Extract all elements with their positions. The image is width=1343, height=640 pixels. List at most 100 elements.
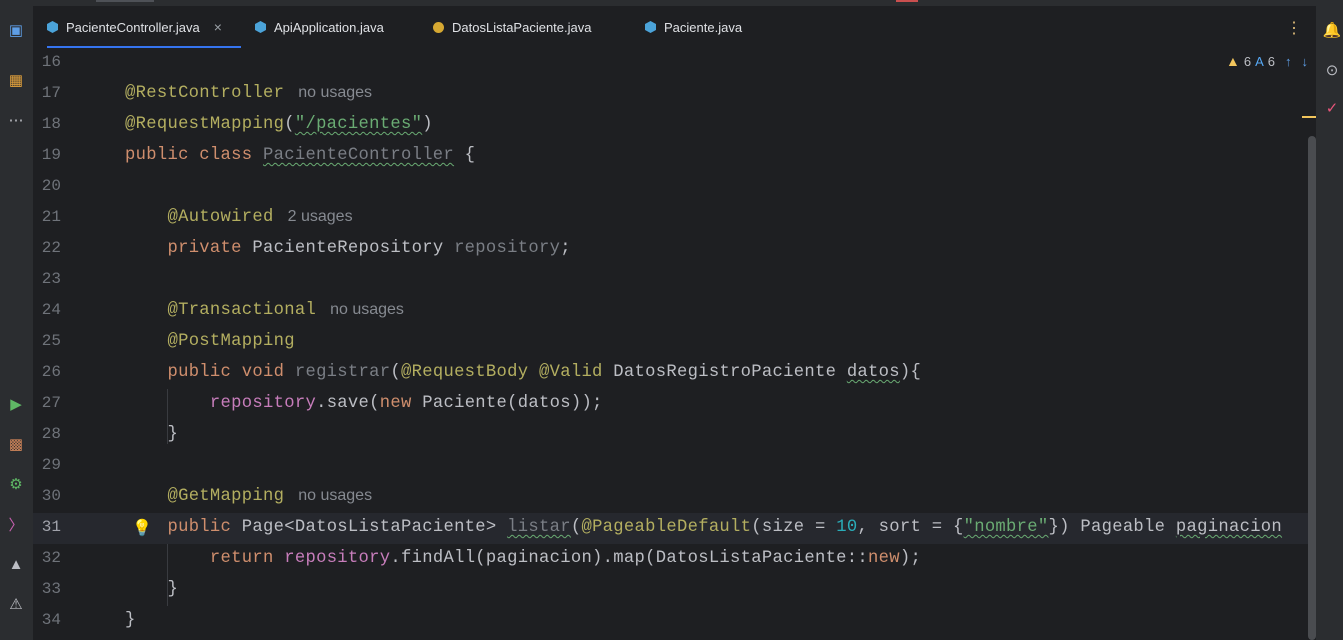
method-name: listar <box>507 518 571 537</box>
type-name: DatosRegistroPaciente <box>613 363 847 382</box>
tab-label: ApiApplication.java <box>274 19 384 35</box>
tab-datoslistapaciente[interactable]: DatosListaPaciente.java <box>433 6 591 48</box>
run-icon[interactable]: ▶ <box>4 392 28 416</box>
code-line-current: 31 💡 public Page<DatosListaPaciente> lis… <box>33 513 1316 544</box>
annotation: @RequestBody <box>401 363 539 382</box>
code-line: 20 <box>33 172 1316 203</box>
line-number: 30 <box>41 487 61 505</box>
line-number: 16 <box>41 53 61 71</box>
code-line: 21 @Autowired 2 usages <box>33 203 1316 234</box>
class-name: PacienteController <box>262 146 455 165</box>
keyword: return <box>209 549 285 568</box>
keyword: public class <box>125 146 263 165</box>
title-bar-mark <box>96 0 154 2</box>
terminal-icon[interactable]: 〉 <box>4 512 28 536</box>
keyword: new <box>868 549 900 568</box>
line-number: 18 <box>41 115 61 133</box>
annotation: @RestController <box>125 84 285 103</box>
line-number: 26 <box>41 363 61 381</box>
tab-paciente[interactable]: Paciente.java <box>645 6 742 48</box>
record-icon <box>433 21 444 33</box>
code-text: { <box>454 146 476 165</box>
build-icon[interactable]: ▲ <box>4 552 28 576</box>
tab-apiapplication[interactable]: ApiApplication.java <box>255 6 384 48</box>
code-text: ( <box>570 518 582 537</box>
settings-gear-icon[interactable]: ⚙ <box>4 472 28 496</box>
project-icon[interactable]: ▣ <box>4 18 28 42</box>
code-text: , sort = { <box>857 518 964 537</box>
class-icon <box>645 21 656 33</box>
tab-pacientecontroller[interactable]: PacienteController.java × <box>47 6 241 49</box>
annotation: @RequestMapping <box>125 115 285 134</box>
line-number: 28 <box>41 425 61 443</box>
line-number: 17 <box>41 84 61 102</box>
code-text: } <box>167 425 179 444</box>
code-text: (size = <box>751 518 837 537</box>
code-text: }) Pageable <box>1048 518 1176 537</box>
code-line: 34 } <box>33 606 1316 637</box>
keyword: public <box>167 518 242 537</box>
tab-label: DatosListaPaciente.java <box>452 19 592 35</box>
close-tab-icon[interactable]: × <box>214 19 222 35</box>
field-ref: repository <box>284 549 391 568</box>
warning-stripe-mark[interactable] <box>1302 116 1316 118</box>
field-ref: repository <box>209 394 317 413</box>
usage-hint[interactable]: no usages <box>330 301 404 318</box>
code-line: 33 } <box>33 575 1316 606</box>
line-number: 31 <box>41 518 61 536</box>
app-class-icon <box>255 21 266 33</box>
line-number: 22 <box>41 239 61 257</box>
ai-assistant-icon[interactable]: ⊙ <box>1320 58 1343 82</box>
right-tool-strip: 🔔 ⊙ ✓ <box>1316 6 1343 640</box>
annotation: @PostMapping <box>167 332 295 351</box>
code-text: .save( <box>316 394 380 413</box>
keyword: public void <box>167 363 295 382</box>
annotation: @GetMapping <box>167 487 285 506</box>
line-number: 34 <box>41 611 61 629</box>
code-text: } <box>167 580 179 599</box>
code-line: 30 @GetMapping no usages <box>33 482 1316 513</box>
annotation: @PageableDefault <box>581 518 752 537</box>
code-line: 24 @Transactional no usages <box>33 296 1316 327</box>
type-name: PacienteRepository <box>252 239 455 258</box>
tab-options-icon[interactable]: ⋮ <box>1286 18 1302 38</box>
tab-label: Paciente.java <box>664 19 743 35</box>
string-literal: "/pacientes" <box>294 115 423 134</box>
annotation: @Valid <box>538 363 614 382</box>
keyword: new <box>379 394 423 413</box>
code-line: 27 repository.save(new Paciente(datos)); <box>33 389 1316 420</box>
annotation: @Autowired <box>167 208 274 227</box>
vertical-scrollbar[interactable] <box>1308 136 1316 640</box>
left-tool-strip: ▣ ▦ ⋯ ▶ ▩ ⚙ 〉 ▲ ⚠ <box>0 6 34 640</box>
code-line: 29 <box>33 451 1316 482</box>
code-text: ) <box>422 115 433 134</box>
more-tools-icon[interactable]: ⋯ <box>4 108 28 132</box>
services-icon[interactable]: ▩ <box>4 432 28 456</box>
code-text: .findAll(paginacion).map(DatosListaPacie… <box>390 549 869 568</box>
plugin-check-icon[interactable]: ✓ <box>1320 96 1343 120</box>
method-name: registrar <box>294 363 391 382</box>
code-text: ( <box>284 115 295 134</box>
code-line: 17 @RestController no usages <box>33 79 1316 110</box>
code-text: ( <box>390 363 401 382</box>
code-line: 32 return repository.findAll(paginacion)… <box>33 544 1316 575</box>
structure-icon[interactable]: ▦ <box>4 68 28 92</box>
notifications-bell-icon[interactable]: 🔔 <box>1320 18 1343 42</box>
problems-icon[interactable]: ⚠ <box>4 592 28 616</box>
code-text: } <box>125 611 136 630</box>
code-editor[interactable]: ▲ 6 A 6 ↑ ↓ 16 17 @RestController no usag… <box>33 48 1316 640</box>
usage-hint[interactable]: no usages <box>298 84 372 101</box>
number-literal: 10 <box>836 518 858 537</box>
usage-hint[interactable]: 2 usages <box>288 208 353 225</box>
line-number: 23 <box>41 270 61 288</box>
line-number: 20 <box>41 177 61 195</box>
code-line: 23 <box>33 265 1316 296</box>
line-number: 32 <box>41 549 61 567</box>
keyword: private <box>167 239 253 258</box>
usage-hint[interactable]: no usages <box>298 487 372 504</box>
class-icon <box>47 21 58 33</box>
code-line: 28 } <box>33 420 1316 451</box>
code-line: 19 public class PacienteController { <box>33 141 1316 172</box>
param-name: paginacion <box>1175 518 1283 537</box>
code-text: ){ <box>899 363 922 382</box>
